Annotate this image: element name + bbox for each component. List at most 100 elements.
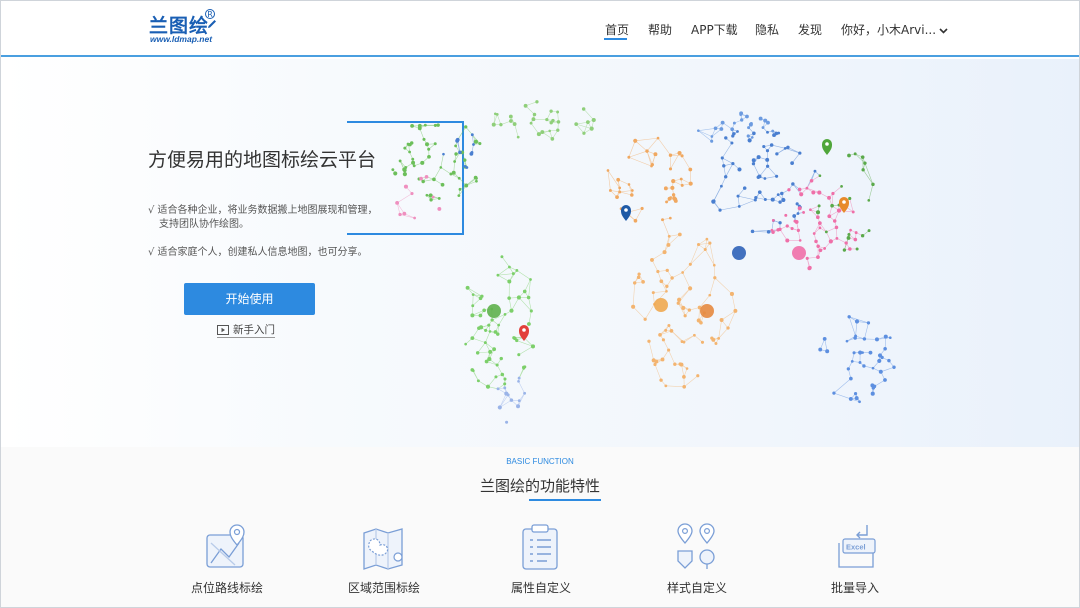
map-node [730,141,734,145]
map-node [665,289,668,293]
map-node [696,374,700,378]
feature-batch-import[interactable]: Excel 批量导入 [795,521,915,601]
map-node [750,136,754,139]
map-node [487,357,492,362]
map-link [632,282,636,307]
nav-discover[interactable]: 发现 [798,21,822,38]
start-button[interactable]: 开始使用 [184,283,315,315]
map-node [504,391,509,396]
map-node [536,132,541,137]
map-link [737,196,740,207]
user-menu[interactable]: 你好，小木Arvi... [841,21,948,38]
feature-custom-attributes[interactable]: 属性自定义 [481,521,601,601]
feature-region-marking[interactable]: 区域范围标绘 [324,521,444,601]
map-node [661,218,665,222]
map-node [647,339,651,343]
map-node [475,177,478,180]
map-node [680,183,684,187]
map-node [860,155,865,159]
feature-label: 属性自定义 [510,581,571,595]
map-node [813,169,817,173]
map-node [783,146,787,150]
map-link [868,184,874,201]
nav-help[interactable]: 帮助 [648,21,672,38]
map-node [477,326,481,330]
feature-label: 点位路线标绘 [190,581,263,595]
map-pin-icon [822,139,832,155]
map-node [522,365,526,370]
map-node [747,138,752,143]
registered-mark: R [205,9,215,19]
hub-clusters [487,246,806,318]
map-node [497,405,502,410]
site-logo[interactable]: 兰图绘 R www.ldmap.net [149,9,229,49]
map-node [515,338,519,343]
beginner-guide-link[interactable]: 新手入门 [217,322,275,338]
map-node [792,214,797,218]
map-node [845,339,849,343]
map-node [449,172,453,176]
map-node [722,164,726,168]
map-node [422,137,426,141]
map-node [512,336,516,340]
map-node [688,181,693,186]
nav-privacy[interactable]: 隐私 [755,21,779,38]
map-link [628,150,648,158]
map-node [637,272,641,276]
map-node [411,160,416,165]
map-node [825,349,830,354]
map-node [870,391,875,396]
features-section: BASIC FUNCTION 兰图绘的功能特性 点位路线标绘 区域范围标绘 属性… [1,447,1079,607]
map-node [703,248,707,252]
map-node [413,216,416,220]
map-node [676,301,680,305]
map-node [645,149,649,153]
map-link [779,229,788,241]
map-node [816,255,820,259]
map-node [778,200,782,204]
map-node [877,358,882,363]
map-node [854,231,858,235]
map-node [526,295,531,300]
map-node [805,256,809,260]
map-node [680,154,684,158]
map-node [455,137,460,142]
map-node [581,107,586,111]
map-node [807,266,812,271]
route-pin-icon [206,524,245,568]
map-node [831,191,835,196]
map-node [457,176,461,180]
map-link [396,193,413,204]
map-node [874,337,879,342]
map-node [854,396,859,401]
map-node [512,122,517,126]
map-node [851,210,855,214]
map-node [472,143,475,146]
map-node [849,228,852,232]
nav-home[interactable]: 首页 [605,21,629,38]
map-node [507,279,512,284]
features-title: 兰图绘的功能特性 [479,477,600,495]
map-node [549,109,553,113]
map-link [698,127,716,131]
map-node [840,185,843,188]
map-node [478,313,483,318]
map-node [786,145,790,150]
map-node [720,120,725,125]
nav-app-download[interactable]: APP下载 [691,21,738,38]
map-link [665,385,685,388]
map-node [850,359,854,363]
map-node [785,238,790,243]
map-node [766,120,770,125]
feature-custom-styles[interactable]: 样式自定义 [637,521,757,601]
map-node [853,237,858,242]
map-node [660,357,665,362]
map-node [681,305,686,310]
map-node [509,398,514,402]
map-node [791,182,795,186]
map-node [458,187,462,191]
map-node [832,391,836,395]
map-node [472,369,475,373]
map-node [871,386,876,390]
feature-route-marking[interactable]: 点位路线标绘 [167,521,287,601]
